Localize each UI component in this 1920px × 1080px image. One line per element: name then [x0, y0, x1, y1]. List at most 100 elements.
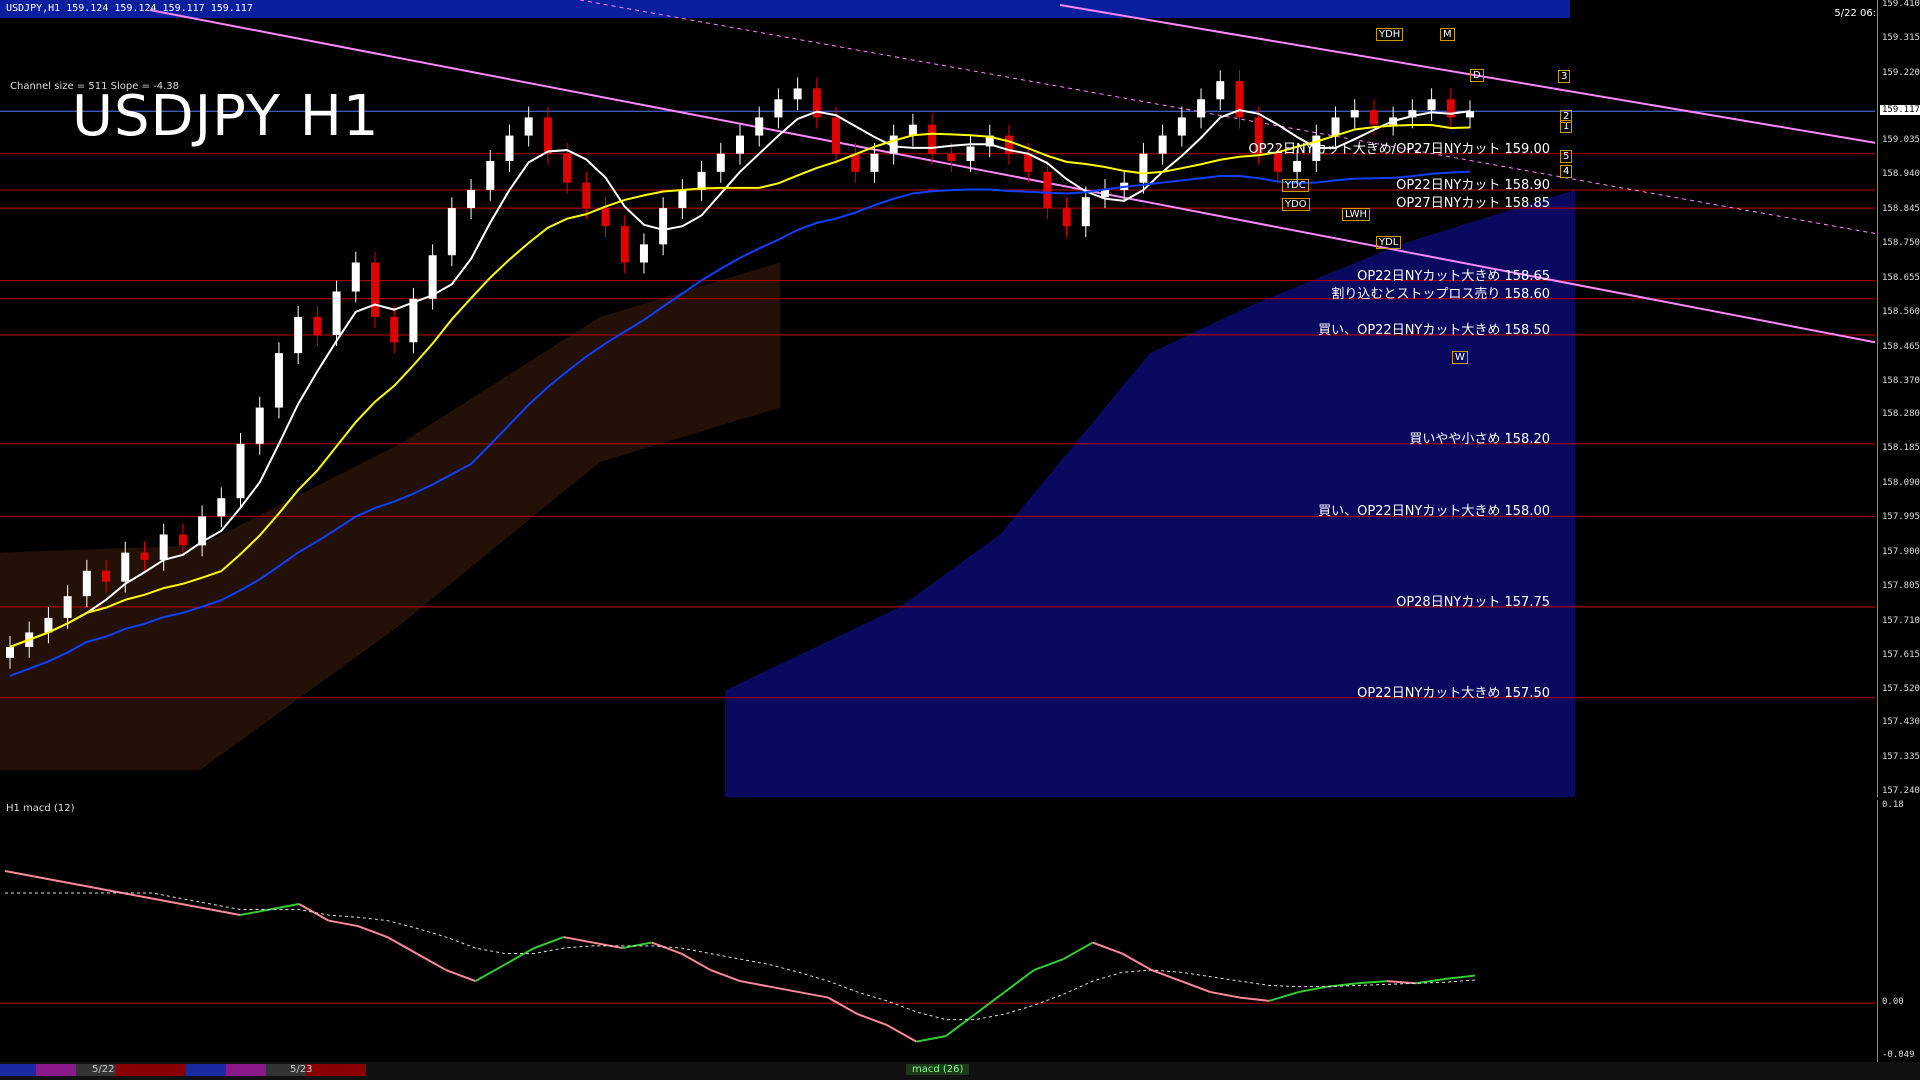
level-label: 買いやや小さめ 158.20: [1409, 431, 1550, 447]
price-tick: 158.940: [1882, 169, 1920, 180]
candle: [543, 117, 552, 154]
price-axis[interactable]: 159.410 159.315 159.220 159.117 159.035 158.9…: [1877, 0, 1920, 797]
candle: [524, 117, 533, 136]
price-tick: 158.465: [1882, 341, 1920, 352]
candle: [928, 124, 937, 154]
candle: [582, 182, 591, 209]
candle: [390, 316, 399, 343]
price-tick: 157.335: [1882, 751, 1920, 762]
macd-chart[interactable]: [0, 800, 1875, 1062]
macd-segment: [916, 1035, 946, 1043]
macd-segment: [4, 870, 35, 878]
macd-segment: [1151, 969, 1182, 983]
macd-segment: [1239, 996, 1270, 1002]
candle: [6, 646, 14, 658]
candle: [332, 291, 341, 336]
level-label: 買い、OP22日NYカット大きめ 158.00: [1318, 504, 1550, 520]
candle: [716, 153, 725, 172]
macd-segment: [886, 1024, 917, 1043]
macd-segment: [445, 969, 476, 983]
macd-segment: [1298, 985, 1329, 994]
candle: [467, 189, 476, 209]
candle: [102, 570, 111, 582]
candle: [870, 153, 879, 172]
candle: [236, 443, 245, 499]
candle: [947, 153, 956, 161]
price-tick: 159.220: [1882, 67, 1920, 78]
marker-tag: M: [1440, 28, 1455, 41]
candle: [736, 135, 744, 154]
candle: [1101, 189, 1109, 198]
marker-tag: W: [1452, 351, 1468, 364]
price-tick: 159.117: [1880, 105, 1920, 116]
candle: [639, 244, 648, 263]
price-tick: 158.090: [1882, 477, 1920, 488]
candle: [1369, 110, 1378, 125]
price-tick: 157.710: [1882, 615, 1920, 626]
candle: [255, 407, 264, 444]
candle: [774, 99, 783, 118]
candle: [1427, 99, 1436, 111]
macd-segment: [269, 903, 300, 911]
macd-segment: [857, 1013, 888, 1027]
macd-segment: [1062, 941, 1094, 960]
candle: [1024, 153, 1033, 172]
price-tick: 157.805: [1882, 581, 1920, 592]
candle: [294, 316, 303, 354]
candle: [563, 153, 572, 183]
marker-tag: YDO: [1282, 198, 1310, 211]
candle: [274, 353, 283, 408]
price-tick: 158.560: [1882, 307, 1920, 318]
marker-tag: 4: [1560, 165, 1573, 178]
macd-segment: [592, 941, 623, 950]
candle: [121, 552, 130, 582]
candle: [82, 570, 91, 597]
level-label: OP22日NYカット大きめ 158.65: [1357, 268, 1550, 284]
candle: [371, 262, 379, 317]
candle: [1293, 160, 1302, 172]
macd-segment: [210, 908, 241, 917]
macd-segment: [416, 952, 447, 971]
candle: [1139, 153, 1148, 183]
marker-tag: YDC: [1282, 179, 1309, 192]
candle: [1081, 197, 1090, 227]
macd-segment: [1357, 980, 1387, 985]
candle: [313, 316, 322, 336]
candle: [409, 298, 418, 343]
macd-segment: [1180, 980, 1211, 994]
price-tick: 157.240: [1882, 786, 1920, 796]
date-label-1: 5/22: [92, 1064, 115, 1075]
macd-tab[interactable]: macd (26): [906, 1064, 970, 1075]
macd-segment: [1092, 941, 1123, 955]
macd-segment: [680, 952, 712, 971]
candle: [178, 534, 187, 546]
candle: [505, 135, 514, 161]
macd-tick: 0.18: [1882, 800, 1904, 810]
candle: [1197, 99, 1206, 118]
macd-segment: [240, 908, 270, 917]
candle: [659, 208, 668, 245]
price-tick: 158.185: [1882, 443, 1920, 454]
candle: [428, 255, 437, 299]
price-tick: 157.520: [1882, 684, 1920, 695]
macd-segment: [474, 963, 506, 982]
macd-segment: [357, 925, 388, 938]
macd-title: H1 macd (12): [6, 803, 75, 814]
macd-segment: [1033, 958, 1064, 972]
level-label: OP22日NYカット 158.90: [1396, 177, 1550, 193]
macd-segment: [181, 903, 211, 911]
marker-tag: 3: [1558, 70, 1571, 83]
candle: [620, 226, 629, 263]
macd-segment: [63, 881, 94, 889]
macd-segment: [739, 980, 770, 988]
macd-segment: [622, 941, 652, 950]
channel-line-lower: [149, 9, 1875, 344]
candle: [1043, 171, 1052, 209]
macd-axis[interactable]: 0.18 0.00 -0.049: [1877, 800, 1920, 1062]
candle: [159, 534, 168, 560]
macd-segment: [769, 985, 799, 994]
candle: [1158, 135, 1167, 154]
macd-segment: [328, 919, 358, 928]
price-tick: 157.615: [1882, 649, 1920, 660]
macd-segment: [563, 936, 594, 944]
